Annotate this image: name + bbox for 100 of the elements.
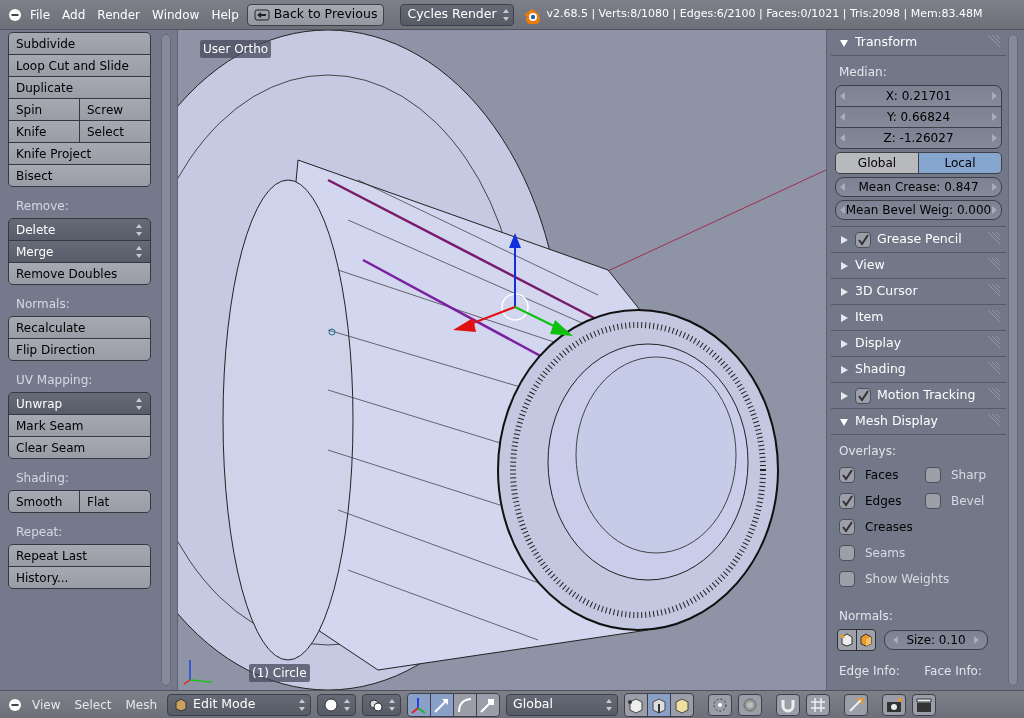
tool-button[interactable]: Mark Seam bbox=[9, 415, 150, 436]
checkbox-label: Show Weights bbox=[865, 571, 950, 588]
tool-button[interactable]: Subdivide bbox=[9, 33, 150, 54]
updown-arrows-icon bbox=[343, 697, 352, 712]
circles-icon bbox=[369, 697, 384, 712]
orientation-dropdown[interactable]: Global bbox=[506, 693, 619, 716]
expand-triangle-icon[interactable] bbox=[839, 390, 849, 401]
tool-button[interactable]: Knife Project bbox=[9, 143, 150, 164]
menu-item[interactable]: Mesh bbox=[121, 695, 162, 714]
menu-item[interactable]: Help bbox=[207, 5, 243, 24]
tool-button[interactable]: Knife bbox=[9, 121, 79, 142]
expand-triangle-icon[interactable] bbox=[839, 338, 849, 349]
back-button[interactable]: Back to Previous bbox=[246, 3, 385, 26]
checkbox[interactable] bbox=[839, 493, 855, 509]
menu-icon[interactable] bbox=[8, 7, 22, 22]
tool-dropdown[interactable]: Delete bbox=[9, 219, 150, 240]
toolbar-button[interactable] bbox=[806, 693, 831, 716]
toolbar-button[interactable] bbox=[431, 693, 454, 716]
checkbox[interactable] bbox=[855, 387, 871, 404]
menu-item[interactable]: View bbox=[28, 695, 65, 714]
menu-item[interactable]: Render bbox=[93, 5, 145, 24]
render-engine-dropdown[interactable]: Cycles Render bbox=[400, 3, 515, 26]
updown-arrows-icon bbox=[388, 697, 397, 712]
menu-item[interactable]: Window bbox=[148, 5, 204, 24]
mode-dropdown[interactable]: Edit Mode bbox=[167, 693, 312, 716]
panel-title[interactable]: 3D Cursor bbox=[855, 282, 918, 301]
scrollbar[interactable] bbox=[161, 34, 171, 686]
arrows-icon bbox=[847, 695, 866, 714]
toggle-button[interactable]: Global bbox=[836, 153, 918, 173]
tool-button[interactable]: Remove Doubles bbox=[9, 263, 150, 284]
checkbox[interactable] bbox=[839, 519, 855, 535]
updown-arrows-icon bbox=[135, 222, 143, 237]
tool-button[interactable]: History... bbox=[9, 567, 150, 588]
panel-title[interactable]: Motion Tracking bbox=[877, 386, 976, 405]
toolbar-button[interactable] bbox=[625, 693, 648, 716]
menu-icon[interactable] bbox=[8, 697, 22, 712]
updown-arrows-icon bbox=[135, 244, 143, 259]
cube-button[interactable] bbox=[838, 630, 856, 650]
panel-title[interactable]: Transform bbox=[855, 33, 918, 52]
checkbox-label: Faces bbox=[865, 467, 899, 484]
field-label: Face Info: bbox=[924, 663, 982, 680]
panel-title[interactable]: Display bbox=[855, 334, 902, 353]
panel-title[interactable]: Grease Pencil bbox=[877, 230, 962, 249]
tool-button[interactable]: Flip Direction bbox=[9, 339, 150, 360]
section-heading: Shading: bbox=[16, 470, 70, 487]
toolbar-button[interactable] bbox=[671, 693, 694, 716]
panel-title[interactable]: Shading bbox=[855, 360, 906, 379]
checkbox[interactable] bbox=[839, 571, 855, 587]
panel-title[interactable]: Mesh Display bbox=[855, 412, 938, 431]
toolbar-button[interactable] bbox=[912, 693, 937, 716]
expand-triangle-icon[interactable] bbox=[839, 364, 849, 375]
collapse-triangle-icon[interactable] bbox=[839, 416, 849, 427]
updown-arrows-icon bbox=[605, 697, 614, 712]
tool-button[interactable]: Flat bbox=[80, 491, 150, 512]
tool-button[interactable]: Loop Cut and Slide bbox=[9, 55, 150, 76]
tool-button[interactable]: Repeat Last bbox=[9, 545, 150, 566]
cube-button[interactable] bbox=[857, 630, 875, 650]
shading-dropdown[interactable] bbox=[317, 693, 357, 716]
tool-button[interactable]: Recalculate bbox=[9, 317, 150, 338]
toolbar-button[interactable] bbox=[708, 693, 733, 716]
checkbox-label: Edges bbox=[865, 493, 902, 510]
toolbar-button[interactable] bbox=[882, 693, 907, 716]
pivot-dropdown[interactable] bbox=[362, 693, 402, 716]
menu-item[interactable]: Add bbox=[58, 5, 90, 24]
panel-title[interactable]: View bbox=[855, 256, 885, 275]
toolbar-button[interactable] bbox=[844, 693, 869, 716]
tool-button[interactable]: Select bbox=[80, 121, 150, 142]
cube-icon bbox=[174, 697, 189, 712]
toolbar-button[interactable] bbox=[648, 693, 671, 716]
expand-triangle-icon[interactable] bbox=[839, 234, 849, 245]
tool-dropdown[interactable]: Merge bbox=[9, 241, 150, 262]
toolbar-button[interactable] bbox=[738, 693, 763, 716]
toolbar-button[interactable] bbox=[454, 693, 477, 716]
tool-dropdown[interactable]: Unwrap bbox=[9, 393, 150, 414]
checkbox[interactable] bbox=[855, 231, 871, 248]
collapse-triangle-icon[interactable] bbox=[839, 37, 849, 48]
checkbox[interactable] bbox=[925, 467, 941, 483]
expand-triangle-icon[interactable] bbox=[839, 260, 849, 271]
checkbox[interactable] bbox=[839, 467, 855, 483]
toolbar-button[interactable] bbox=[477, 693, 500, 716]
tool-button[interactable]: Clear Seam bbox=[9, 437, 150, 458]
menu-item[interactable]: File bbox=[26, 5, 55, 24]
toolbar-button[interactable] bbox=[776, 693, 801, 716]
dots-icon bbox=[711, 695, 730, 714]
expand-triangle-icon[interactable] bbox=[839, 312, 849, 323]
toggle-button[interactable]: Local bbox=[919, 153, 1001, 173]
tool-button[interactable]: Smooth bbox=[9, 491, 79, 512]
tool-button[interactable]: Spin bbox=[9, 99, 79, 120]
checkbox[interactable] bbox=[925, 493, 941, 509]
tool-button[interactable]: Bisect bbox=[9, 165, 150, 186]
field-label: Normals: bbox=[838, 608, 894, 625]
menu-item[interactable]: Select bbox=[70, 695, 116, 714]
scrollbar[interactable] bbox=[1008, 34, 1018, 686]
tool-button[interactable]: Screw bbox=[80, 99, 150, 120]
updown-arrows-icon bbox=[298, 697, 307, 712]
updown-arrows-icon bbox=[135, 396, 143, 411]
expand-triangle-icon[interactable] bbox=[839, 286, 849, 297]
panel-title[interactable]: Item bbox=[855, 308, 884, 327]
checkbox[interactable] bbox=[839, 545, 855, 561]
tool-button[interactable]: Duplicate bbox=[9, 77, 150, 98]
